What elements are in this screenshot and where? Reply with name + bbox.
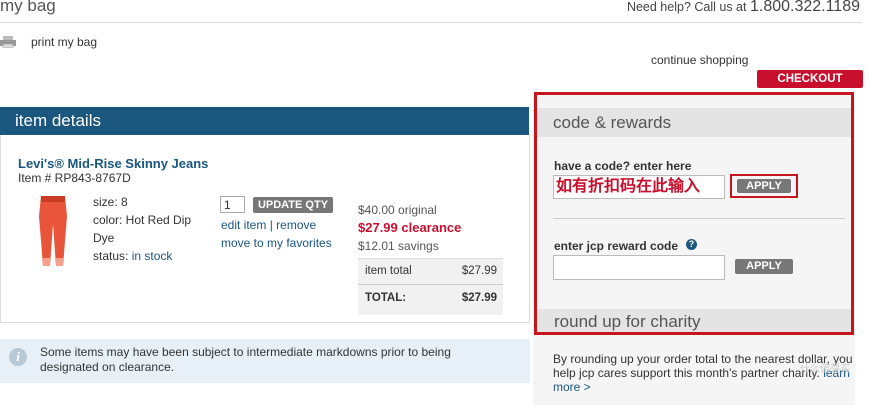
phone-number[interactable]: 1.800.322.1189 <box>750 0 860 15</box>
link-separator: | <box>269 218 273 232</box>
checkout-button[interactable]: CHECKOUT <box>757 70 863 88</box>
status-label: status: <box>93 249 129 263</box>
printer-icon[interactable] <box>0 36 16 48</box>
print-bag-link[interactable]: print my bag <box>31 35 97 49</box>
product-attributes: size: 8 color: Hot Red Dip Dye status: i… <box>93 193 203 265</box>
clearance-price: $27.99 clearance <box>358 220 462 235</box>
update-qty-button[interactable]: UPDATE QTY <box>253 197 333 213</box>
page-title: my bag <box>0 0 56 15</box>
totals-divider <box>358 284 503 285</box>
help-text: Need help? Call us at <box>626 0 747 14</box>
color-attribute: color: Hot Red Dip Dye <box>93 213 192 245</box>
help-line: Need help? Call us at 1.800.322.1189 <box>627 0 860 16</box>
info-text: Some items may have been subject to inte… <box>40 345 451 374</box>
continue-shopping-link[interactable]: continue shopping <box>651 53 748 67</box>
item-number: Item # RP843-8767D <box>18 171 131 185</box>
info-icon: i <box>9 348 27 366</box>
total-value: $27.99 <box>461 292 497 304</box>
total-label: TOTAL: <box>365 292 407 304</box>
original-price: $40.00 original <box>358 203 437 217</box>
item-total-row: item total $27.99 <box>365 265 497 277</box>
item-details-header: item details <box>0 107 529 135</box>
item-total-label: item total <box>365 265 412 277</box>
move-to-favorites-link[interactable]: move to my favorites <box>221 234 332 252</box>
item-total-value: $27.99 <box>461 265 497 277</box>
quantity-input[interactable]: 1 <box>220 196 245 213</box>
status-attribute: status: in stock <box>93 247 203 265</box>
annotation-highlight-box <box>534 92 854 335</box>
product-name[interactable]: Levi's® Mid-Rise Skinny Jeans <box>18 156 208 171</box>
total-row: TOTAL: $27.99 <box>365 292 497 304</box>
product-image[interactable] <box>33 196 73 268</box>
size-attribute: size: 8 <box>93 195 128 209</box>
remove-link[interactable]: remove <box>276 218 316 232</box>
status-value[interactable]: in stock <box>132 249 173 263</box>
item-actions: edit item | remove move to my favorites <box>221 216 332 252</box>
totals-table: item total $27.99 TOTAL: $27.99 <box>358 258 503 315</box>
savings: $12.01 savings <box>358 239 439 253</box>
header-divider <box>0 22 862 23</box>
edit-item-link[interactable]: edit item <box>221 218 266 232</box>
watermark: 什么值得买 <box>800 364 850 375</box>
price-block: $40.00 original $27.99 clearance $12.01 … <box>358 201 461 255</box>
